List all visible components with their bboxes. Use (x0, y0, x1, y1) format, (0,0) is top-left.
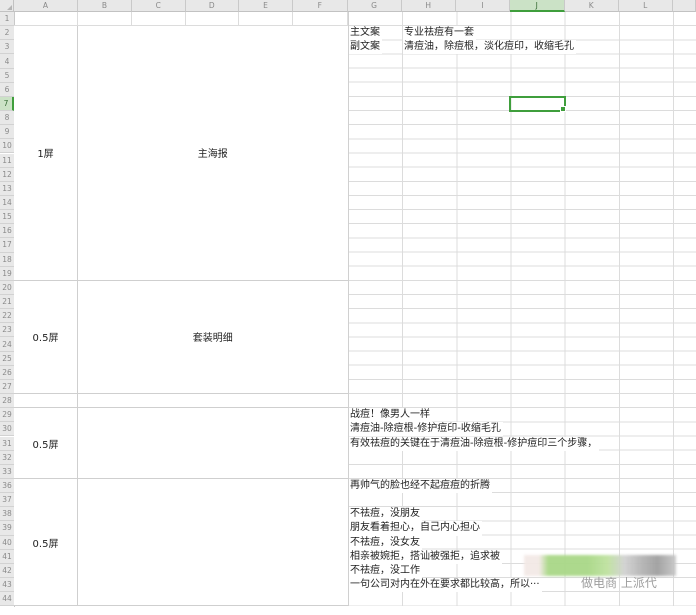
column-header-C[interactable]: C (132, 0, 186, 12)
cell-A1[interactable] (14, 12, 78, 25)
cell-G41[interactable]: 相亲被婉拒，搭讪被强拒，追求被 (349, 550, 502, 564)
row-header-36[interactable]: 36 (0, 479, 14, 493)
cell-A28[interactable] (14, 394, 78, 408)
cell-G3[interactable]: 副文案 (349, 40, 382, 54)
row-header-12[interactable]: 12 (0, 168, 14, 182)
cell-B28[interactable] (78, 394, 348, 408)
row-header-27[interactable]: 27 (0, 380, 14, 394)
row-header-30[interactable]: 30 (0, 422, 14, 436)
cell-screen-2[interactable]: 0.5屏 (14, 281, 78, 394)
watermark-text: 做电商 上派代 (581, 574, 657, 591)
row-header-13[interactable]: 13 (0, 182, 14, 196)
row-header-9[interactable]: 9 (0, 125, 14, 139)
cell-G29[interactable]: 战痘！像男人一样 (349, 408, 432, 422)
row-header-41[interactable]: 41 (0, 550, 14, 564)
row-header-42[interactable]: 42 (0, 564, 14, 578)
column-header-H[interactable]: H (402, 0, 457, 12)
column-header-J[interactable]: J (510, 0, 565, 12)
row-header-29[interactable]: 29 (0, 408, 14, 422)
row-header-33[interactable]: 33 (0, 465, 14, 479)
row-header-6[interactable]: 6 (0, 83, 14, 97)
cell-G30[interactable]: 清痘油-除痘根-修护痘印-收缩毛孔 (349, 422, 503, 436)
spreadsheet: ABCDEFGHIJKL 123456789101112131415161718… (0, 0, 696, 615)
column-header-A[interactable]: A (14, 0, 78, 12)
row-header-3[interactable]: 3 (0, 40, 14, 54)
row-header-22[interactable]: 22 (0, 309, 14, 323)
cell-screen-4[interactable]: 0.5屏 (14, 479, 78, 606)
row-header-39[interactable]: 39 (0, 521, 14, 535)
row-header-23[interactable]: 23 (0, 323, 14, 337)
cell-G31[interactable]: 有效祛痘的关键在于清痘油-除痘根-修护痘印三个步骤， (349, 437, 599, 451)
cell-G38[interactable]: 不祛痘，没朋友 (349, 507, 422, 521)
cell-D1[interactable] (186, 12, 240, 25)
cell-screen-1[interactable]: 1屏 (14, 26, 78, 281)
row-header-16[interactable]: 16 (0, 224, 14, 238)
cell-screen-3[interactable]: 0.5屏 (14, 408, 78, 479)
row-header-1[interactable]: 1 (0, 12, 14, 26)
cell-main-poster[interactable]: 主海报 (78, 26, 348, 281)
row-1-cells[interactable] (14, 12, 348, 26)
row-header-38[interactable]: 38 (0, 507, 14, 521)
row-header-40[interactable]: 40 (0, 536, 14, 550)
row-header-20[interactable]: 20 (0, 281, 14, 295)
column-header-F[interactable]: F (293, 0, 348, 12)
cell-F1[interactable] (293, 12, 348, 25)
row-header-10[interactable]: 10 (0, 139, 14, 153)
cell-E1[interactable] (239, 12, 293, 25)
column-header-I[interactable]: I (456, 0, 510, 12)
row-header-2[interactable]: 2 (0, 26, 14, 40)
column-header-K[interactable]: K (565, 0, 620, 12)
cell-G39[interactable]: 朋友看着担心，自己内心担心 (349, 521, 482, 535)
row-header-25[interactable]: 25 (0, 352, 14, 366)
row-header-4[interactable]: 4 (0, 54, 14, 68)
row-header-31[interactable]: 31 (0, 437, 14, 451)
row-header-7[interactable]: 7 (0, 97, 14, 111)
cell-set-detail[interactable]: 套装明细 (78, 281, 348, 394)
row-header-37[interactable]: 37 (0, 493, 14, 507)
cell-G40[interactable]: 不祛痘，没女友 (349, 536, 422, 550)
row-header-19[interactable]: 19 (0, 267, 14, 281)
column-header-E[interactable]: E (239, 0, 293, 12)
row-header-18[interactable]: 18 (0, 253, 14, 267)
row-header-44[interactable]: 44 (0, 592, 14, 606)
column-header-row: ABCDEFGHIJKL (0, 0, 696, 12)
column-header-D[interactable]: D (186, 0, 240, 12)
row-header-26[interactable]: 26 (0, 366, 14, 380)
row-header-15[interactable]: 15 (0, 210, 14, 224)
row-header-28[interactable]: 28 (0, 394, 14, 408)
cell-G42[interactable]: 不祛痘，没工作 (349, 564, 422, 578)
cell-H2[interactable]: 专业祛痘有一套 (403, 26, 476, 40)
row-header-8[interactable]: 8 (0, 111, 14, 125)
cell-B1[interactable] (78, 12, 132, 25)
row-header-17[interactable]: 17 (0, 238, 14, 252)
row-header-21[interactable]: 21 (0, 295, 14, 309)
cell-section-4-body[interactable] (78, 479, 348, 606)
cell-G43[interactable]: 一句公司对内在外在要求都比较高，所以··· (349, 578, 542, 592)
selected-cell[interactable] (509, 96, 566, 112)
column-header-B[interactable]: B (78, 0, 132, 12)
row-header-column: 1234567891011121314151617181920212223242… (0, 12, 15, 607)
cell-C1[interactable] (132, 12, 186, 25)
cell-H3[interactable]: 清痘油，除痘根，淡化痘印，收缩毛孔 (403, 40, 576, 54)
fill-handle[interactable] (560, 106, 566, 112)
cell-G36[interactable]: 再帅气的脸也经不起痘痘的折腾 (349, 479, 492, 493)
row-header-14[interactable]: 14 (0, 196, 14, 210)
column-header-G[interactable]: G (348, 0, 402, 12)
row-header-11[interactable]: 11 (0, 154, 14, 168)
column-header-partial[interactable] (673, 0, 696, 12)
cell-G2[interactable]: 主文案 (349, 26, 382, 40)
row-header-24[interactable]: 24 (0, 337, 14, 351)
watermark-bar (524, 555, 676, 576)
row-header-32[interactable]: 32 (0, 451, 14, 465)
row-header-5[interactable]: 5 (0, 69, 14, 83)
row-header-43[interactable]: 43 (0, 578, 14, 592)
column-header-L[interactable]: L (619, 0, 673, 12)
cell-section-3-body[interactable] (78, 408, 348, 479)
